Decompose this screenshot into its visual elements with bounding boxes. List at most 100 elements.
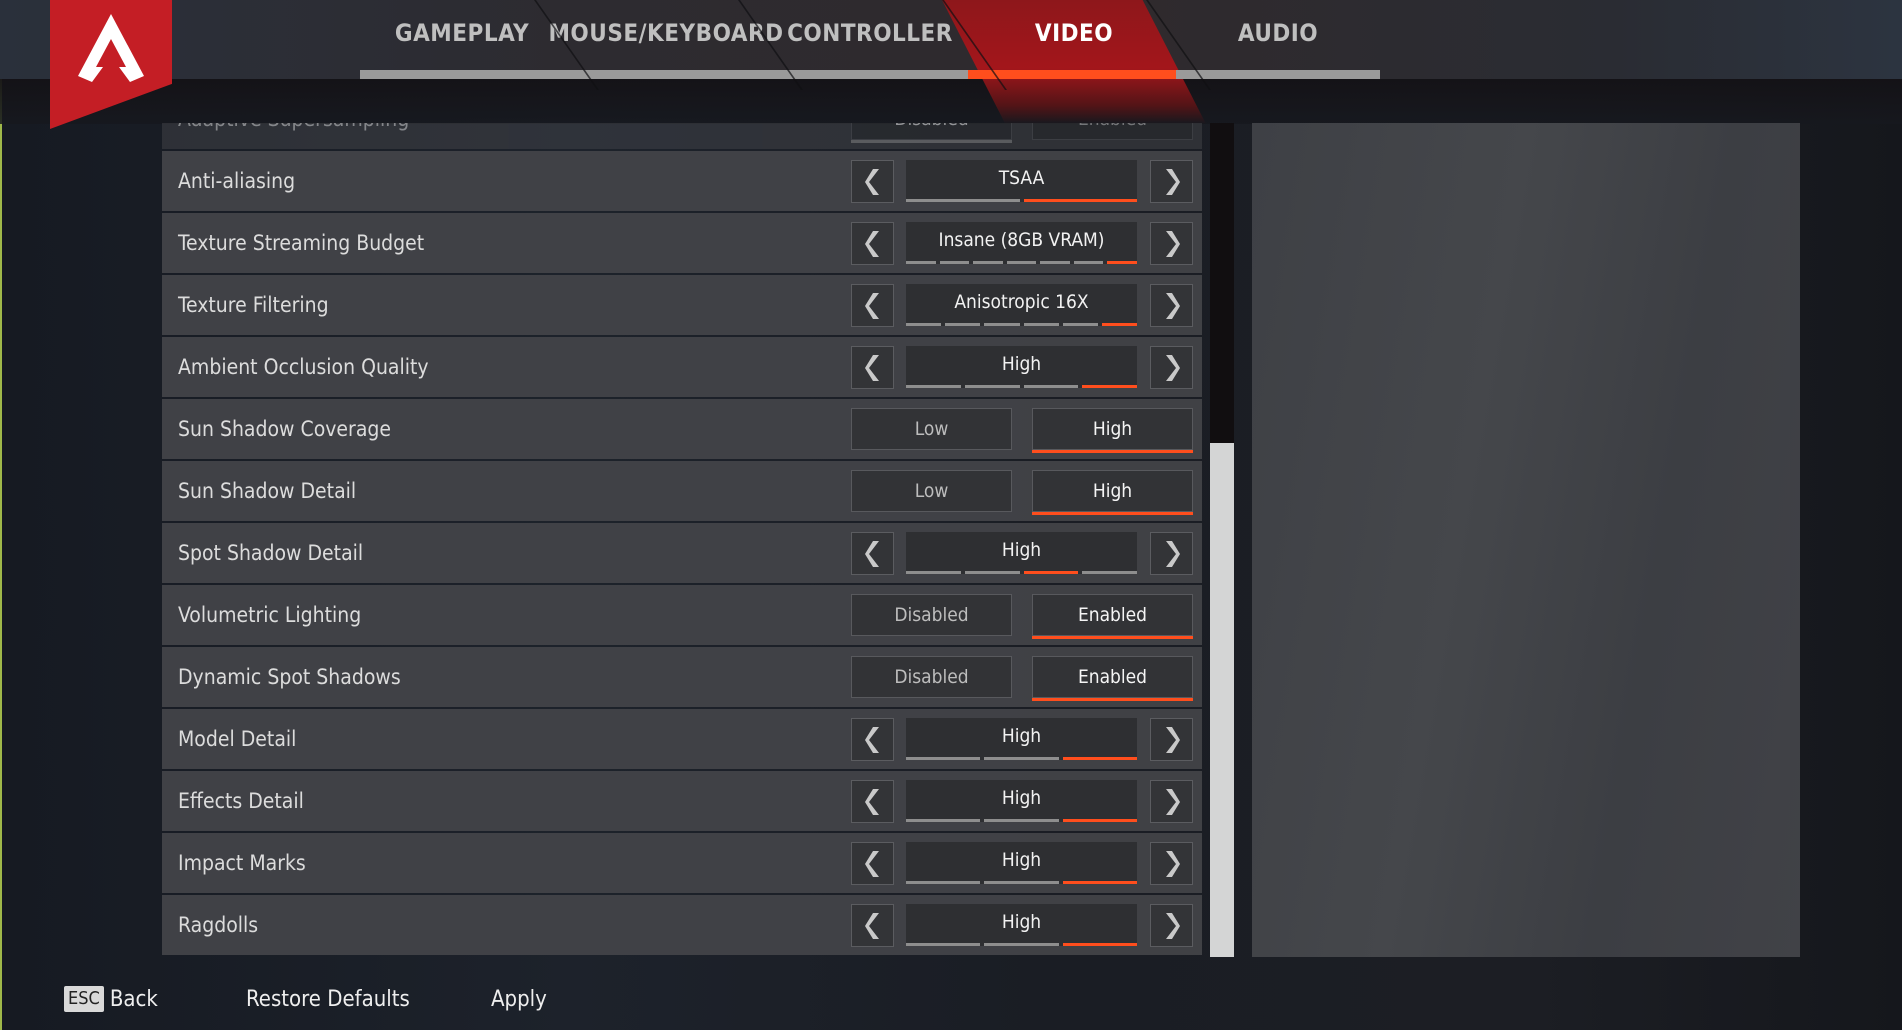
selected-underline: [1032, 512, 1193, 515]
setting-label: Effects Detail: [178, 789, 304, 813]
option-value-selector[interactable]: High: [906, 904, 1137, 946]
chevron-right-icon: [1164, 540, 1180, 567]
back-button[interactable]: ESC Back: [64, 980, 158, 1020]
next-option-button[interactable]: [1150, 284, 1193, 327]
tab-mouse-keyboard[interactable]: MOUSE/KEYBOARD: [548, 0, 783, 79]
option-button-disabled[interactable]: Disabled: [851, 656, 1012, 698]
apply-button[interactable]: Apply: [491, 980, 547, 1020]
option-step: [906, 819, 981, 822]
setting-label: Ambient Occlusion Quality: [178, 355, 429, 379]
next-option-button[interactable]: [1150, 160, 1193, 203]
option-button-disabled[interactable]: Disabled: [851, 123, 1012, 143]
option-value-selector[interactable]: Anisotropic 16X: [906, 284, 1138, 326]
option-step-selected: [1062, 881, 1137, 884]
tab-underline: [360, 70, 564, 79]
setting-row-anti-aliasing: Anti-aliasing TSAA: [162, 151, 1202, 211]
setting-label: Sun Shadow Coverage: [178, 417, 392, 441]
setting-row-effects-detail: Effects Detail High: [162, 771, 1202, 831]
previous-option-button[interactable]: [851, 904, 894, 947]
option-step-indicator: [906, 819, 1137, 822]
option-button-high[interactable]: High: [1032, 470, 1193, 515]
option-step: [1023, 323, 1059, 326]
chevron-right-icon: [1164, 788, 1180, 815]
tab-label: AUDIO: [1237, 18, 1319, 47]
previous-option-button[interactable]: [851, 284, 894, 327]
option-step-indicator: [906, 571, 1137, 574]
option-value-selector[interactable]: High: [906, 842, 1137, 884]
option-value: Insane (8GB VRAM): [938, 229, 1105, 251]
next-option-button[interactable]: [1150, 842, 1193, 885]
option-button-enabled[interactable]: Enabled: [1032, 123, 1193, 140]
option-label: Disabled: [894, 604, 969, 626]
option-step-selected: [1062, 943, 1137, 946]
option-step: [1062, 323, 1098, 326]
option-button-disabled[interactable]: Disabled: [851, 594, 1012, 636]
back-label: Back: [109, 987, 158, 1012]
option-step-indicator: [906, 943, 1137, 946]
option-button-low[interactable]: Low: [851, 470, 1012, 512]
option-step-indicator: [906, 323, 1138, 326]
option-step-indicator: [906, 199, 1137, 202]
option-label: High: [1092, 480, 1133, 502]
previous-option-button[interactable]: [851, 532, 894, 575]
option-step: [906, 199, 1020, 202]
option-step-selected: [1023, 571, 1079, 574]
option-value-selector[interactable]: High: [906, 718, 1137, 760]
tab-controller[interactable]: CONTROLLER: [768, 0, 972, 79]
setting-label: Dynamic Spot Shadows: [178, 665, 401, 689]
option-button-enabled[interactable]: Enabled: [1032, 656, 1193, 701]
setting-label: Impact Marks: [178, 851, 306, 875]
option-label: Low: [914, 480, 949, 502]
previous-option-button[interactable]: [851, 346, 894, 389]
tab-underline: [564, 70, 768, 79]
chevron-left-icon: [864, 788, 881, 815]
next-option-button[interactable]: [1150, 532, 1193, 575]
tab-audio[interactable]: AUDIO: [1176, 0, 1380, 79]
option-value: High: [1001, 725, 1042, 747]
tab-gameplay[interactable]: GAMEPLAY: [360, 0, 564, 79]
option-step-indicator: [906, 385, 1137, 388]
option-step: [939, 261, 970, 264]
scrollbar-thumb[interactable]: [1210, 443, 1234, 957]
setting-row-dynamic-spot-shadows: Dynamic Spot Shadows Disabled Enabled: [162, 647, 1202, 707]
option-step-indicator: [906, 757, 1137, 760]
option-label: Disabled: [894, 123, 968, 130]
option-step: [984, 757, 1059, 760]
previous-option-button[interactable]: [851, 160, 894, 203]
chevron-right-icon: [1164, 292, 1180, 319]
option-step: [906, 261, 936, 264]
option-value-selector[interactable]: High: [906, 532, 1137, 574]
next-option-button[interactable]: [1150, 718, 1193, 761]
next-option-button[interactable]: [1150, 904, 1193, 947]
setting-label: Anti-aliasing: [178, 169, 296, 193]
option-value-selector[interactable]: High: [906, 780, 1137, 822]
option-value-selector[interactable]: High: [906, 346, 1137, 388]
option-label: Disabled: [894, 666, 969, 688]
previous-option-button[interactable]: [851, 780, 894, 823]
tab-video[interactable]: VIDEO: [942, 0, 1206, 124]
option-button-low[interactable]: Low: [851, 408, 1012, 450]
option-value: Anisotropic 16X: [954, 291, 1089, 313]
option-label: Enabled: [1078, 123, 1147, 130]
apex-logo-icon: [78, 14, 144, 82]
option-value: High: [1001, 353, 1042, 375]
option-value-selector[interactable]: TSAA: [906, 160, 1137, 202]
option-button-enabled[interactable]: Enabled: [1032, 594, 1193, 639]
chevron-right-icon: [1164, 168, 1180, 195]
option-step: [1082, 571, 1137, 574]
option-label: Low: [914, 418, 949, 440]
previous-option-button[interactable]: [851, 842, 894, 885]
chevron-left-icon: [864, 354, 881, 381]
next-option-button[interactable]: [1150, 222, 1193, 265]
previous-option-button[interactable]: [851, 222, 894, 265]
restore-defaults-button[interactable]: Restore Defaults: [246, 980, 410, 1020]
setting-row-spot-shadow-detail: Spot Shadow Detail High: [162, 523, 1202, 583]
option-step: [906, 757, 981, 760]
chevron-right-icon: [1164, 726, 1180, 753]
option-button-high[interactable]: High: [1032, 408, 1193, 453]
next-option-button[interactable]: [1150, 346, 1193, 389]
previous-option-button[interactable]: [851, 718, 894, 761]
setting-label: Texture Filtering: [178, 293, 329, 317]
option-value-selector[interactable]: Insane (8GB VRAM): [906, 222, 1138, 264]
next-option-button[interactable]: [1150, 780, 1193, 823]
